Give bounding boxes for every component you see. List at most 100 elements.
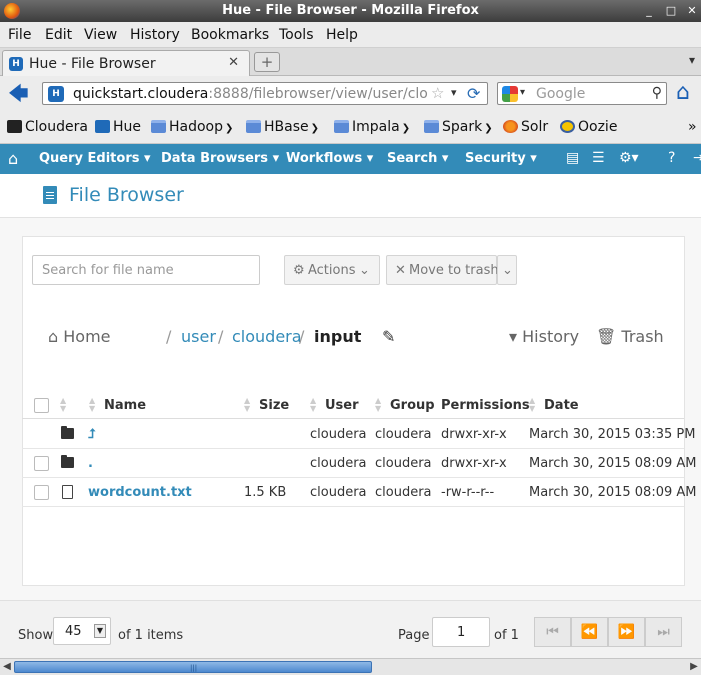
trash-options-button[interactable]: ⌄ [497, 255, 517, 285]
file-name-link[interactable]: ⮥ [88, 427, 96, 442]
file-search-input[interactable]: Search for file name [32, 255, 260, 285]
tab-hue-file-browser[interactable]: H Hue - File Browser ✕ [2, 50, 250, 76]
breadcrumb-cloudera[interactable]: cloudera [232, 327, 302, 346]
actions-button[interactable]: ⚙ Actions ⌄ [284, 255, 380, 285]
google-engine-icon[interactable] [502, 86, 518, 102]
menu-history[interactable]: History [130, 27, 180, 43]
bookmark-star-icon[interactable]: ☆ [431, 84, 444, 102]
url-text[interactable]: quickstart.cloudera:8888/filebrowser/vie… [73, 86, 428, 102]
gear-icon[interactable]: ⚙▾ [619, 150, 639, 166]
home-icon[interactable]: ⌂ [676, 80, 690, 105]
tab-list-chevron-icon[interactable]: ▾ [689, 53, 695, 67]
menu-view[interactable]: View [84, 27, 117, 43]
grip-icon: ||| [190, 664, 198, 672]
page-size-value: 45 [65, 624, 82, 639]
column-user[interactable]: User [325, 398, 359, 413]
row-checkbox[interactable] [34, 456, 49, 471]
tab-close-icon[interactable]: ✕ [228, 55, 239, 70]
table-row[interactable]: wordcount.txt 1.5 KB cloudera cloudera -… [22, 478, 697, 507]
scroll-left-icon[interactable]: ◀ [0, 660, 14, 674]
breadcrumb-home[interactable]: ⌂ Home [48, 327, 111, 346]
menu-bookmarks[interactable]: Bookmarks [191, 27, 269, 43]
bookmark-label: Solr [521, 119, 549, 135]
nav-query-editors[interactable]: Query Editors ▾ [39, 151, 151, 166]
nav-data-browsers[interactable]: Data Browsers ▾ [161, 151, 279, 166]
first-page-icon[interactable]: ⏮ [534, 617, 571, 647]
bookmark-label: HBase [264, 119, 309, 135]
folder-icon [424, 120, 439, 133]
documents-icon[interactable]: ▤ [566, 150, 579, 166]
nav-search[interactable]: Search ▾ [387, 151, 448, 166]
breadcrumb-user[interactable]: user [181, 327, 216, 346]
table-row[interactable]: ⮥ cloudera cloudera drwxr-xr-x March 30,… [22, 420, 695, 449]
move-to-trash-button[interactable]: ✕ Move to trash [386, 255, 499, 285]
bookmarks-overflow-icon[interactable]: » [688, 119, 697, 135]
home-icon: ⌂ [48, 327, 59, 346]
column-permissions[interactable]: Permissions [441, 398, 530, 413]
column-size[interactable]: Size [259, 398, 289, 413]
nav-security[interactable]: Security ▾ [465, 151, 537, 166]
edit-path-pencil-icon[interactable]: ✎ [382, 327, 395, 346]
engine-dropdown-icon[interactable]: ▾ [520, 87, 525, 98]
page-size-select[interactable]: 45 ▼ [53, 617, 111, 645]
nav-workflows[interactable]: Workflows ▾ [286, 151, 373, 166]
file-name-link[interactable]: . [88, 456, 93, 471]
close-window-icon[interactable]: ✕ [684, 3, 700, 19]
web-search-box[interactable]: ▾ Google ⚲ [497, 82, 667, 105]
bookmark-folder-hadoop[interactable]: Hadoop ❯ [151, 119, 233, 135]
sort-icon[interactable]: ▲ ▼ [244, 397, 254, 413]
horizontal-scrollbar[interactable]: ◀ ||| ▶ [0, 658, 701, 675]
menu-tools[interactable]: Tools [279, 27, 314, 43]
logout-icon[interactable]: ⇥ [693, 150, 701, 166]
menu-help[interactable]: Help [326, 27, 358, 43]
file-name-link[interactable]: wordcount.txt [88, 485, 192, 500]
last-page-icon[interactable]: ⏭ [645, 617, 682, 647]
page-number-input[interactable]: 1 [432, 617, 490, 647]
url-dropdown-icon[interactable]: ▾ [451, 86, 457, 99]
gear-icon: ⚙ [293, 263, 305, 278]
bookmark-solr[interactable]: Solr [503, 119, 548, 135]
next-page-icon[interactable]: ⏩ [608, 617, 645, 647]
file-user: cloudera [310, 427, 367, 442]
jobs-icon[interactable]: ☰ [592, 150, 605, 166]
reload-icon[interactable]: ⟳ [467, 84, 480, 103]
column-name[interactable]: Name [104, 398, 146, 413]
file-permissions: drwxr-xr-x [441, 427, 507, 442]
sort-icon[interactable]: ▲ ▼ [375, 397, 385, 413]
bookmark-folder-spark[interactable]: Spark ❯ [424, 119, 493, 135]
trash-button[interactable]: 🗑 Trash [596, 327, 664, 346]
column-date[interactable]: Date [544, 398, 579, 413]
table-row[interactable]: . cloudera cloudera drwxr-xr-x March 30,… [22, 449, 697, 478]
bookmark-folder-hbase[interactable]: HBase ❯ [246, 119, 319, 135]
chevron-down-icon: ❯ [401, 123, 411, 134]
scrollbar-thumb[interactable]: ||| [14, 661, 372, 673]
sort-icon[interactable]: ▲ ▼ [310, 397, 320, 413]
page-count-label: of 1 [494, 628, 519, 643]
history-button[interactable]: ▾ History [509, 327, 579, 346]
column-group[interactable]: Group [390, 398, 435, 413]
previous-page-icon[interactable]: ⏪ [571, 617, 608, 647]
scroll-right-icon[interactable]: ▶ [687, 660, 701, 674]
help-icon[interactable]: ? [668, 150, 675, 166]
nav-label: Query Editors [39, 151, 140, 166]
bookmark-oozie[interactable]: Oozie [560, 119, 617, 135]
menu-edit[interactable]: Edit [45, 27, 72, 43]
bookmark-hue[interactable]: Hue [95, 119, 141, 135]
row-checkbox[interactable] [34, 485, 49, 500]
minimize-icon[interactable]: _ [641, 3, 657, 19]
sort-icon[interactable]: ▲ ▼ [60, 397, 70, 413]
back-arrow-icon[interactable]: 🡄 [8, 82, 30, 104]
menu-file[interactable]: File [8, 27, 31, 43]
sort-icon[interactable]: ▲ ▼ [529, 397, 539, 413]
bookmark-folder-impala[interactable]: Impala ❯ [334, 119, 410, 135]
home-icon[interactable]: ⌂ [8, 149, 18, 168]
maximize-icon[interactable]: □ [663, 3, 679, 19]
new-tab-button[interactable]: + [254, 52, 280, 72]
url-bar[interactable]: H quickstart.cloudera:8888/filebrowser/v… [42, 82, 488, 105]
sort-icon[interactable]: ▲ ▼ [89, 397, 99, 413]
bookmark-cloudera[interactable]: Cloudera [7, 119, 88, 135]
binoculars-icon[interactable]: ⚲ [652, 85, 662, 101]
oozie-icon [560, 120, 575, 133]
select-all-checkbox[interactable] [34, 398, 49, 413]
close-icon: ✕ [395, 263, 406, 278]
